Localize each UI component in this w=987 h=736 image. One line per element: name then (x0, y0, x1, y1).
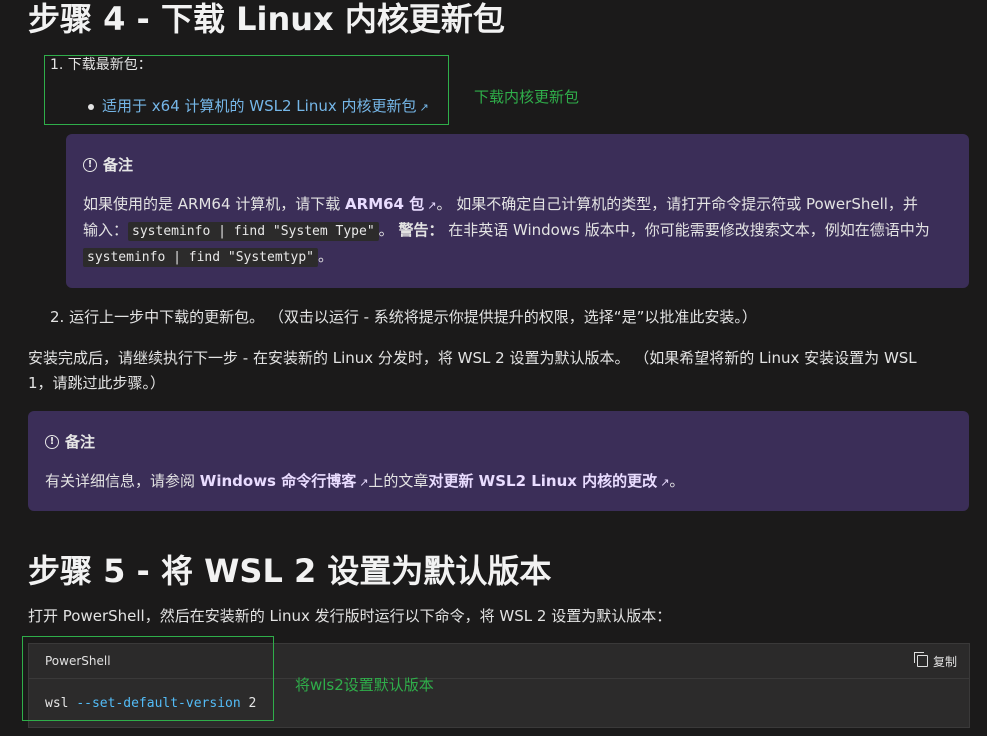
after-install-line2: 1，请跳过此步骤。） (28, 374, 166, 392)
note2-line: 有关详细信息，请参阅 Windows 命令行博客 ↗上的文章对更新 WSL2 Li… (45, 469, 684, 495)
note1-text-d: 。 (378, 221, 399, 239)
bullet-icon (88, 103, 94, 110)
annotation-box-set-default (22, 636, 274, 721)
note1-text-a: 如果使用的是 ARM64 计算机，请下载 (83, 195, 346, 213)
step5-intro: 打开 PowerShell，然后在安装新的 Linux 发行版时运行以下命令，将… (28, 607, 672, 625)
wsl2-kernel-changes-link[interactable]: 对更新 WSL2 Linux 内核的更改 (428, 472, 657, 490)
copy-button[interactable]: 复制 (913, 652, 957, 670)
note-title-row: ! 备注 (45, 431, 95, 452)
systemtyp-code: systeminfo | find "Systemtyp" (83, 248, 318, 267)
annotation-set-default-label: 将wls2设置默认版本 (295, 676, 434, 694)
note-title-row: ! 备注 (83, 154, 133, 175)
step4-item1-label: 1. 下载最新包： (50, 57, 152, 73)
note1-line1: 如果使用的是 ARM64 计算机，请下载 ARM64 包 ↗。 如果不确定自己计算… (83, 192, 963, 218)
arm64-package-link[interactable]: ARM64 包 (345, 195, 424, 213)
warning-label: 警告： (398, 221, 444, 239)
note1-text-b: 。 如果不确定自己计算机的类型，请打开命令提示符或 PowerShell，并 (436, 195, 918, 213)
note1-text-e: 在非英语 Windows 版本中，你可能需要修改搜索文本，例如在德语中为 (443, 221, 930, 239)
step4-item2: 2. 运行上一步中下载的更新包。 （双击以运行 - 系统将提示你提供提升的权限，… (50, 308, 757, 326)
annotation-download-label: 下载内核更新包 (474, 88, 580, 106)
note1-line3: systeminfo | find "Systemtyp"。 (83, 244, 333, 270)
external-link-icon: ↗ (419, 101, 429, 114)
note2-text-a: 有关详细信息，请参阅 (45, 472, 200, 490)
step5-heading: 步骤 5 - 将 WSL 2 设置为默认版本 (28, 552, 552, 590)
note2-text-b: 上的文章 (368, 472, 429, 490)
note-box-blog: ! 备注 有关详细信息，请参阅 Windows 命令行博客 ↗上的文章对更新 WS… (28, 411, 969, 511)
download-x64-kernel-link[interactable]: 适用于 x64 计算机的 WSL2 Linux 内核更新包 (102, 97, 416, 115)
copy-icon (913, 652, 928, 667)
windows-cli-blog-link[interactable]: Windows 命令行博客 (200, 472, 356, 490)
after-install-line1: 安装完成后，请继续执行下一步 - 在安装新的 Linux 分发时，将 WSL 2… (28, 349, 917, 367)
note1-line2: 输入： systeminfo | find "System Type"。 警告： … (83, 218, 963, 244)
note-title: 备注 (65, 433, 96, 451)
note2-text-c: 。 (669, 472, 685, 490)
note-box-arm64: ! 备注 如果使用的是 ARM64 计算机，请下载 ARM64 包 ↗。 如果不确… (66, 134, 969, 288)
info-icon: ! (45, 434, 59, 449)
note-title: 备注 (103, 156, 134, 174)
copy-label: 复制 (932, 654, 957, 669)
step4-heading: 步骤 4 - 下载 Linux 内核更新包 (28, 0, 505, 38)
note1-text-c: 输入： (83, 221, 129, 239)
systeminfo-code: systeminfo | find "System Type" (128, 222, 379, 241)
step4-item1-bullet-row: 适用于 x64 计算机的 WSL2 Linux 内核更新包 ↗ (88, 94, 429, 120)
note1-text-f: 。 (317, 247, 333, 265)
info-icon: ! (83, 157, 97, 172)
